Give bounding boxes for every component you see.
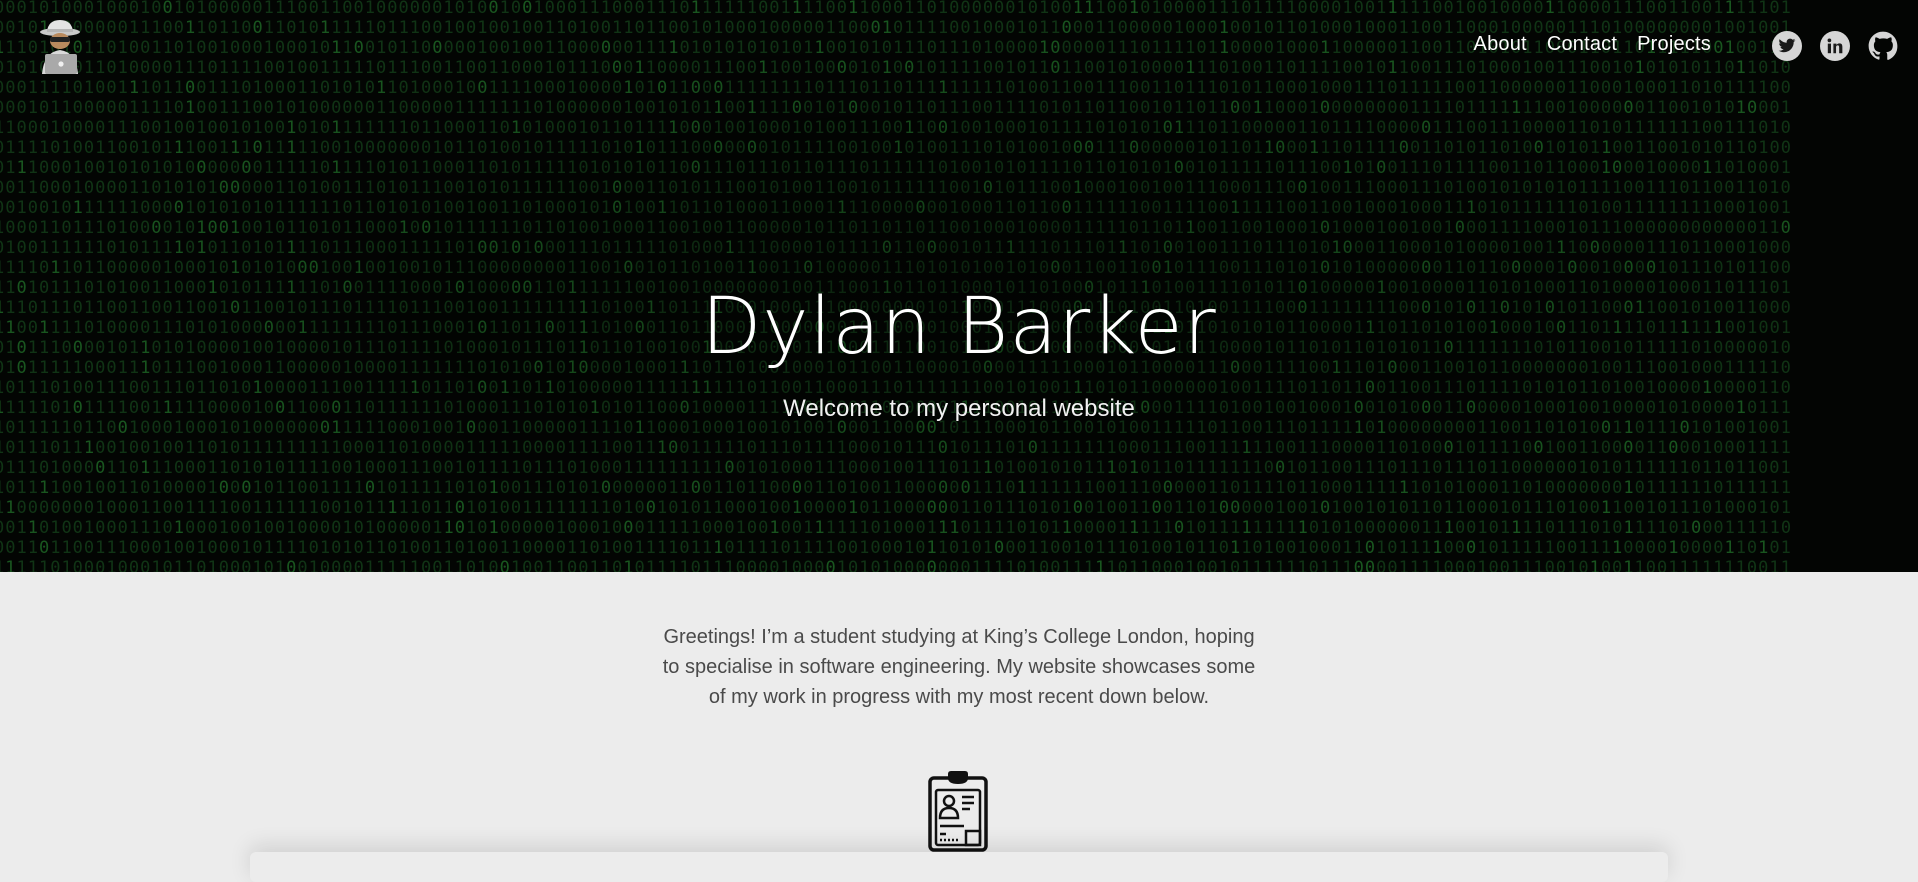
- hacker-emoji-logo-icon[interactable]: [36, 18, 88, 74]
- nav-about-link[interactable]: About: [1474, 33, 1527, 56]
- hero-banner: 0001010001000100101000001110011001000000…: [0, 0, 1918, 572]
- github-icon[interactable]: [1868, 31, 1898, 61]
- content-card-top-edge: [250, 852, 1668, 882]
- hero-subtitle: Welcome to my personal website: [783, 395, 1135, 422]
- twitter-icon[interactable]: [1772, 31, 1802, 61]
- hero-title: Dylan Barker: [701, 282, 1217, 372]
- social-links: [1772, 31, 1898, 61]
- nav-contact-link[interactable]: Contact: [1547, 33, 1617, 56]
- linkedin-icon[interactable]: [1820, 31, 1850, 61]
- nav-projects-link[interactable]: Projects: [1637, 33, 1711, 56]
- main-nav: About Contact Projects: [1474, 33, 1711, 56]
- id-badge-icon: [928, 771, 988, 852]
- intro-paragraph: Greetings! I’m a student studying at Kin…: [662, 626, 1256, 708]
